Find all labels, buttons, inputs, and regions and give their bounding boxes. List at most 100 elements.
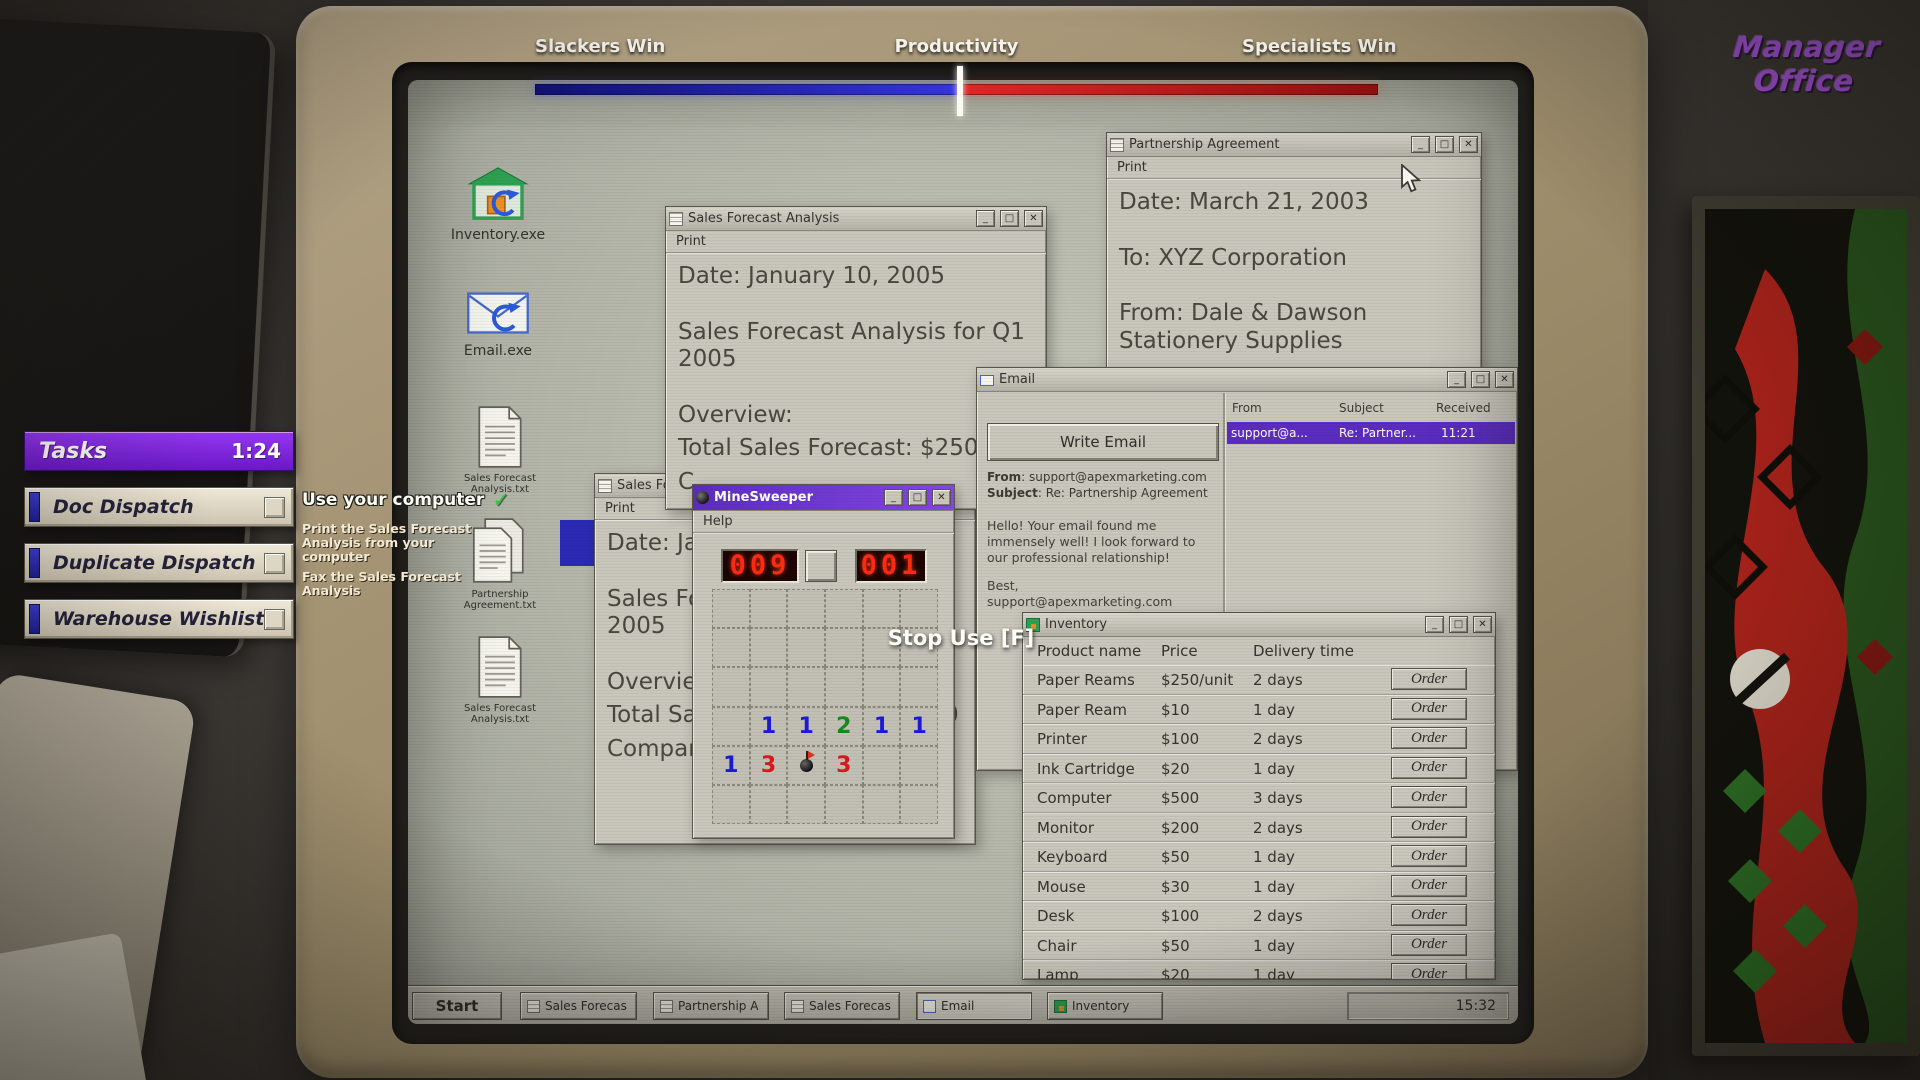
order-button[interactable]: Order <box>1391 934 1467 956</box>
minesweeper-cell[interactable] <box>750 667 788 706</box>
window-inventory[interactable]: Inventory _ □ ✕ Product name Price Deliv… <box>1022 612 1496 980</box>
minesweeper-cell[interactable] <box>787 589 825 628</box>
minesweeper-cell[interactable] <box>825 667 863 706</box>
minesweeper-cell[interactable] <box>712 667 750 706</box>
minesweeper-cell[interactable] <box>825 785 863 824</box>
minesweeper-cell[interactable] <box>787 785 825 824</box>
titlebar[interactable]: Sales Forecast Analysis _ □ ✕ <box>666 207 1046 231</box>
minesweeper-cell[interactable] <box>900 667 938 706</box>
minesweeper-cell[interactable] <box>900 746 938 785</box>
order-button[interactable]: Order <box>1391 786 1467 808</box>
window-minesweeper[interactable]: MineSweeper _ □ ✕ Help 009 001 11211133 <box>692 484 955 839</box>
titlebar[interactable]: Email _ □ ✕ <box>977 368 1517 392</box>
minesweeper-cell[interactable] <box>712 785 750 824</box>
order-button[interactable]: Order <box>1391 698 1467 720</box>
order-button[interactable]: Order <box>1391 875 1467 897</box>
inventory-row: Keyboard $50 1 day Order <box>1023 842 1495 872</box>
taskbar-button-sales-1[interactable]: Sales Forecas <box>520 992 637 1020</box>
desktop-icon-sales-doc-2[interactable]: Sales Forecast Analysis.txt <box>446 636 554 725</box>
order-button[interactable]: Order <box>1391 845 1467 867</box>
minimize-button[interactable]: _ <box>976 210 995 227</box>
minesweeper-cell[interactable] <box>712 628 750 667</box>
close-button[interactable]: ✕ <box>932 489 951 506</box>
task-item-duplicate-dispatch[interactable]: Duplicate Dispatch <box>24 543 294 583</box>
minesweeper-cell[interactable] <box>712 589 750 628</box>
minesweeper-cell[interactable] <box>750 628 788 667</box>
minesweeper-cell[interactable] <box>863 785 901 824</box>
minesweeper-cell[interactable]: 1 <box>863 707 901 746</box>
document-body: Date: March 21, 2003 To: XYZ Corporation… <box>1107 179 1481 371</box>
check-icon: ✓ <box>492 488 510 512</box>
print-menu[interactable]: Print <box>605 501 635 516</box>
specialists-label: Specialists Win <box>1242 36 1392 57</box>
print-menu[interactable]: Print <box>1117 160 1147 175</box>
minesweeper-cell[interactable] <box>825 589 863 628</box>
minesweeper-cell[interactable]: 1 <box>750 707 788 746</box>
minesweeper-cell[interactable] <box>900 785 938 824</box>
minesweeper-cell[interactable]: 1 <box>712 746 750 785</box>
inventory-product-name: Paper Ream <box>1037 701 1127 719</box>
task-checkbox[interactable] <box>264 497 285 518</box>
order-button[interactable]: Order <box>1391 668 1467 690</box>
minimize-button[interactable]: _ <box>884 489 903 506</box>
order-button[interactable]: Order <box>1391 904 1467 926</box>
help-menu[interactable]: Help <box>703 514 733 529</box>
minesweeper-cell[interactable]: 3 <box>750 746 788 785</box>
minesweeper-cell[interactable] <box>787 667 825 706</box>
order-button[interactable]: Order <box>1391 757 1467 779</box>
minesweeper-cell[interactable] <box>787 628 825 667</box>
inventory-row: Paper Ream $10 1 day Order <box>1023 695 1495 725</box>
minesweeper-cell[interactable] <box>750 589 788 628</box>
minimize-button[interactable]: _ <box>1447 371 1466 388</box>
close-button[interactable]: ✕ <box>1024 210 1043 227</box>
maximize-button[interactable]: □ <box>1435 136 1454 153</box>
titlebar[interactable]: Partnership Agreement _ □ ✕ <box>1107 133 1481 157</box>
desktop-icon-inventory[interactable]: Inventory.exe <box>444 164 552 243</box>
tasks-header: Tasks 1:24 <box>24 431 294 471</box>
taskbar-button-email[interactable]: Email <box>916 992 1032 1020</box>
minesweeper-cell[interactable] <box>750 785 788 824</box>
write-email-button[interactable]: Write Email <box>987 423 1219 461</box>
computer-screen[interactable]: Inventory.exe Email.exe Sales Forecast A… <box>408 80 1518 1024</box>
close-button[interactable]: ✕ <box>1473 616 1492 633</box>
maximize-button[interactable]: □ <box>908 489 927 506</box>
minesweeper-cell[interactable] <box>863 589 901 628</box>
mine-cell[interactable] <box>787 746 825 785</box>
order-button[interactable]: Order <box>1391 727 1467 749</box>
objective-step: Fax the Sales Forecast Analysis <box>302 570 480 598</box>
task-item-doc-dispatch[interactable]: Doc Dispatch <box>24 487 294 527</box>
minesweeper-cell[interactable] <box>863 746 901 785</box>
maximize-button[interactable]: □ <box>1000 210 1019 227</box>
minesweeper-cell[interactable]: 1 <box>787 707 825 746</box>
titlebar[interactable]: Inventory _ □ ✕ <box>1023 613 1495 637</box>
minesweeper-cell[interactable]: 2 <box>825 707 863 746</box>
taskbar-button-sales-2[interactable]: Sales Forecas <box>784 992 900 1020</box>
minimize-button[interactable]: _ <box>1411 136 1430 153</box>
print-menu[interactable]: Print <box>676 234 706 249</box>
inventory-price: $250/unit <box>1161 671 1233 689</box>
minesweeper-cell[interactable] <box>900 589 938 628</box>
close-button[interactable]: ✕ <box>1459 136 1478 153</box>
task-item-warehouse-wishlist[interactable]: Warehouse Wishlist <box>24 599 294 639</box>
task-checkbox[interactable] <box>264 553 285 574</box>
desktop-icon-email[interactable]: Email.exe <box>444 288 552 359</box>
minesweeper-cell[interactable] <box>712 707 750 746</box>
close-button[interactable]: ✕ <box>1495 371 1514 388</box>
taskbar-button-inventory[interactable]: Inventory <box>1047 992 1163 1020</box>
minesweeper-cell[interactable] <box>863 667 901 706</box>
order-button[interactable]: Order <box>1391 816 1467 838</box>
order-button[interactable]: Order <box>1391 963 1467 979</box>
titlebar[interactable]: MineSweeper _ □ ✕ <box>693 485 954 511</box>
minesweeper-cell[interactable]: 1 <box>900 707 938 746</box>
minesweeper-cell[interactable]: 3 <box>825 746 863 785</box>
minimize-button[interactable]: _ <box>1425 616 1444 633</box>
minesweeper-cell[interactable] <box>825 628 863 667</box>
start-button[interactable]: Start <box>412 992 502 1020</box>
taskbar-button-partnership[interactable]: Partnership A <box>653 992 769 1020</box>
task-checkbox[interactable] <box>264 609 285 630</box>
email-list-row-selected[interactable]: support@a... Re: Partner... 11:21 <box>1227 422 1515 444</box>
maximize-button[interactable]: □ <box>1471 371 1490 388</box>
maximize-button[interactable]: □ <box>1449 616 1468 633</box>
face-button[interactable] <box>805 550 837 582</box>
desktop-icon-sales-doc[interactable]: Sales Forecast Analysis.txt <box>446 406 554 495</box>
